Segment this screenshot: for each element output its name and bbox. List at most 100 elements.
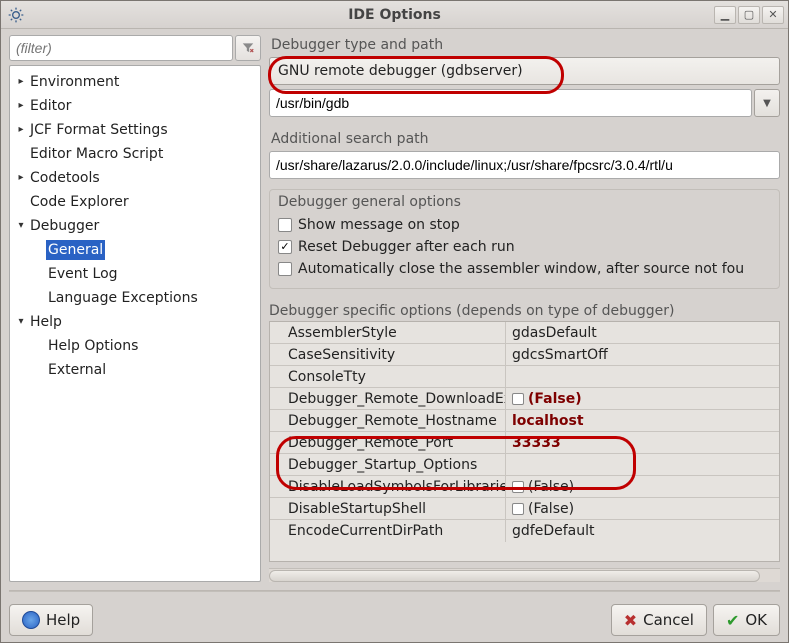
tree-item-debugger[interactable]: ▾Debugger: [10, 214, 260, 238]
help-icon: [22, 611, 40, 629]
grid-row[interactable]: DisableLoadSymbolsForLibraries (False): [270, 476, 779, 498]
additional-search-path-input[interactable]: [269, 151, 780, 179]
chevron-down-icon[interactable]: ▾: [14, 216, 28, 236]
grid-cell-name: EncodeCurrentDirPath: [270, 520, 506, 542]
grid-value-checkbox[interactable]: [512, 503, 524, 515]
grid-value-text: gdcsSmartOff: [512, 347, 608, 363]
tree-item-editor-macro-script[interactable]: Editor Macro Script: [10, 142, 260, 166]
ok-button[interactable]: ✔ OK: [713, 604, 780, 636]
tree-item-help-options[interactable]: Help Options: [10, 334, 260, 358]
left-pane: ▸Environment▸Editor▸JCF Format SettingsE…: [9, 35, 261, 582]
grid-value-text: localhost: [512, 413, 584, 429]
tree-item-label: Environment: [28, 72, 121, 92]
grid-cell-value[interactable]: (False): [506, 388, 779, 409]
grid-value-checkbox[interactable]: [512, 393, 524, 405]
auto-close-assembler-row[interactable]: Automatically close the assembler window…: [278, 258, 771, 280]
grid-row[interactable]: DisableStartupShell (False): [270, 498, 779, 520]
grid-cell-value[interactable]: 33333: [506, 432, 779, 453]
grid-value-checkbox[interactable]: [512, 481, 524, 493]
minimize-button[interactable]: ▁: [714, 6, 736, 24]
tree-item-label: Debugger: [28, 216, 101, 236]
grid-value-text: (False): [528, 501, 574, 517]
chevron-down-icon[interactable]: ▾: [14, 312, 28, 332]
tree-item-jcf-format-settings[interactable]: ▸JCF Format Settings: [10, 118, 260, 142]
show-message-checkbox[interactable]: [278, 218, 292, 232]
grid-cell-name: AssemblerStyle: [270, 322, 506, 343]
tree-item-general[interactable]: General: [10, 238, 260, 262]
debugger-path-dropdown-button[interactable]: ▼: [754, 89, 780, 117]
grid-cell-value[interactable]: localhost: [506, 410, 779, 431]
grid-cell-value[interactable]: [506, 454, 779, 475]
tree-item-label: Editor Macro Script: [28, 144, 165, 164]
grid-cell-value[interactable]: (False): [506, 476, 779, 497]
grid-cell-value[interactable]: gdfeDefault: [506, 520, 779, 542]
debugger-path-input[interactable]: [269, 89, 752, 117]
grid-value-text: (False): [528, 479, 574, 495]
grid-row[interactable]: ConsoleTty: [270, 366, 779, 388]
content-area: ▸Environment▸Editor▸JCF Format SettingsE…: [1, 29, 788, 642]
tree-item-event-log[interactable]: Event Log: [10, 262, 260, 286]
funnel-clear-icon: [241, 41, 255, 55]
grid-cell-value[interactable]: gdcsSmartOff: [506, 344, 779, 365]
filter-row: [9, 35, 261, 61]
tree-item-language-exceptions[interactable]: Language Exceptions: [10, 286, 260, 310]
filter-clear-button[interactable]: [235, 35, 261, 61]
grid-cell-name: ConsoleTty: [270, 366, 506, 387]
chevron-right-icon[interactable]: ▸: [14, 168, 28, 188]
debugger-specific-options-group: Debugger specific options (depends on ty…: [269, 301, 780, 562]
tree-item-label: Code Explorer: [28, 192, 131, 212]
additional-search-path-label: Additional search path: [269, 129, 780, 147]
reset-debugger-row[interactable]: Reset Debugger after each run: [278, 236, 771, 258]
grid-value-text: 33333: [512, 435, 561, 451]
grid-row[interactable]: Debugger_Remote_DownloadEx(False): [270, 388, 779, 410]
grid-cell-value[interactable]: [506, 366, 779, 387]
grid-row[interactable]: EncodeCurrentDirPathgdfeDefault: [270, 520, 779, 542]
grid-row[interactable]: Debugger_Remote_Hostname localhost: [270, 410, 779, 432]
grid-row[interactable]: CaseSensitivitygdcsSmartOff: [270, 344, 779, 366]
tree-item-codetools[interactable]: ▸Codetools: [10, 166, 260, 190]
tree-item-editor[interactable]: ▸Editor: [10, 94, 260, 118]
tree-item-label: Help Options: [46, 336, 140, 356]
grid-row[interactable]: AssemblerStylegdasDefault: [270, 322, 779, 344]
show-message-on-stop-row[interactable]: Show message on stop: [278, 214, 771, 236]
cancel-button-label: Cancel: [643, 611, 694, 629]
chevron-right-icon[interactable]: ▸: [14, 96, 28, 116]
debugger-type-combo[interactable]: GNU remote debugger (gdbserver): [269, 57, 780, 85]
options-tree[interactable]: ▸Environment▸Editor▸JCF Format SettingsE…: [9, 65, 261, 582]
cancel-icon: ✖: [624, 611, 637, 630]
grid-cell-name: DisableLoadSymbolsForLibraries: [270, 476, 506, 497]
debugger-type-value: GNU remote debugger (gdbserver): [278, 63, 523, 79]
grid-cell-value[interactable]: gdasDefault: [506, 322, 779, 343]
tree-item-external[interactable]: External: [10, 358, 260, 382]
tree-item-code-explorer[interactable]: Code Explorer: [10, 190, 260, 214]
cancel-button[interactable]: ✖ Cancel: [611, 604, 707, 636]
horizontal-scrollbar[interactable]: [269, 568, 780, 582]
grid-cell-name: Debugger_Startup_Options: [270, 454, 506, 475]
window-title: IDE Options: [1, 7, 788, 23]
grid-cell-name: Debugger_Remote_Hostname: [270, 410, 506, 431]
ok-button-label: OK: [745, 611, 767, 629]
close-button[interactable]: ✕: [762, 6, 784, 24]
tree-item-label: Event Log: [46, 264, 120, 284]
tree-item-environment[interactable]: ▸Environment: [10, 70, 260, 94]
right-pane: Debugger type and path GNU remote debugg…: [269, 35, 780, 582]
grid-row[interactable]: Debugger_Startup_Options: [270, 454, 779, 476]
reset-debugger-checkbox[interactable]: [278, 240, 292, 254]
chevron-right-icon[interactable]: ▸: [14, 72, 28, 92]
maximize-button[interactable]: ▢: [738, 6, 760, 24]
grid-cell-name: DisableStartupShell: [270, 498, 506, 519]
show-message-label: Show message on stop: [298, 214, 460, 236]
tree-item-label: Codetools: [28, 168, 102, 188]
grid-row[interactable]: Debugger_Remote_Port33333: [270, 432, 779, 454]
auto-close-assembler-label: Automatically close the assembler window…: [298, 258, 744, 280]
help-button[interactable]: Help: [9, 604, 93, 636]
tree-item-help[interactable]: ▾Help: [10, 310, 260, 334]
specific-options-grid[interactable]: AssemblerStylegdasDefaultCaseSensitivity…: [269, 321, 780, 562]
debugger-path-row: ▼: [269, 89, 780, 117]
chevron-right-icon[interactable]: ▸: [14, 120, 28, 140]
ok-icon: ✔: [726, 611, 739, 630]
auto-close-assembler-checkbox[interactable]: [278, 262, 292, 276]
scrollbar-thumb[interactable]: [269, 570, 760, 582]
filter-input[interactable]: [9, 35, 233, 61]
grid-cell-value[interactable]: (False): [506, 498, 779, 519]
